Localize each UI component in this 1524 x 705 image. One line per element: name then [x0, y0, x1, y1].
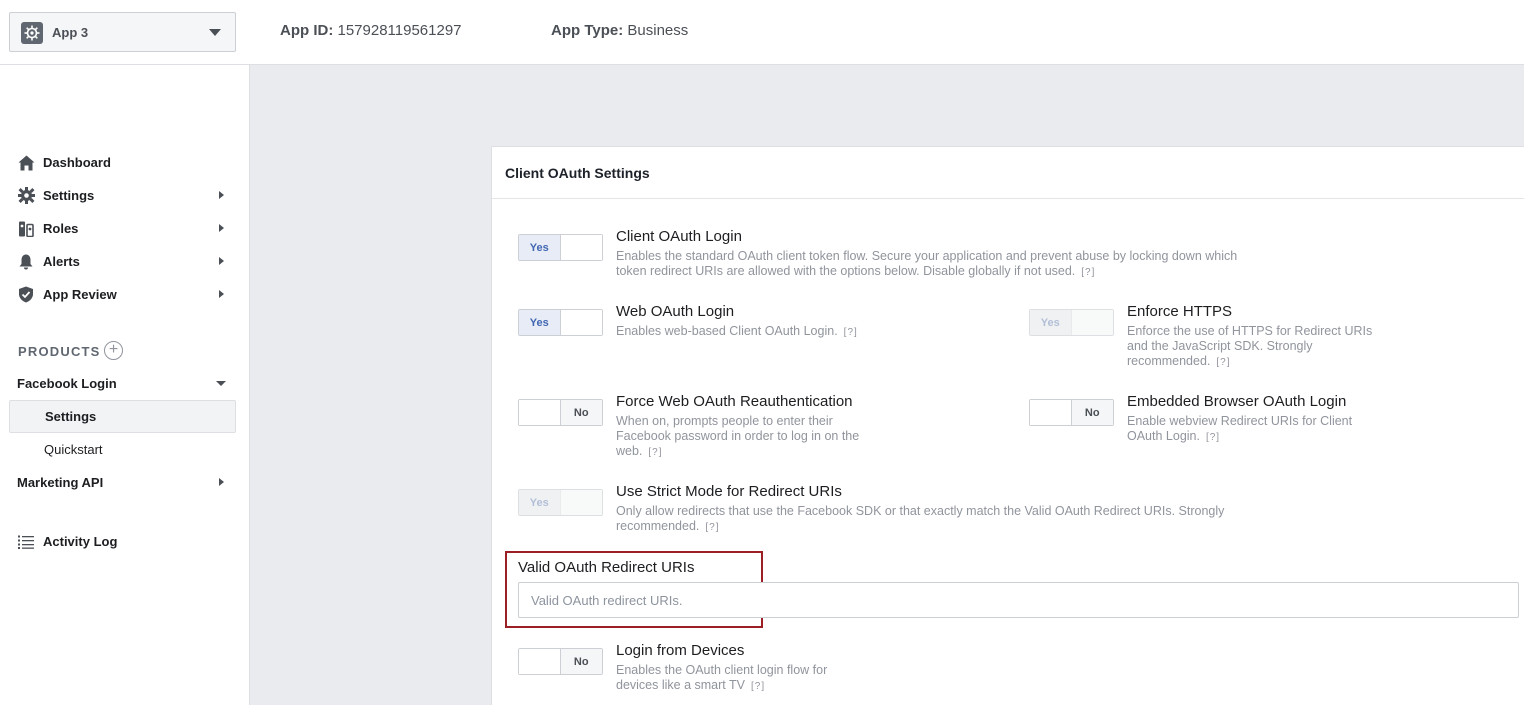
toggle-yes: Yes	[519, 310, 561, 335]
help-link[interactable]: [?]	[1216, 357, 1230, 368]
caret-down-icon	[209, 29, 221, 36]
products-heading: PRODUCTS	[18, 344, 101, 359]
toggle-empty	[1030, 400, 1072, 425]
sidebar-item-dashboard[interactable]: Dashboard	[9, 147, 236, 178]
toggle-yes: Yes	[519, 490, 561, 515]
panel-title: Client OAuth Settings	[492, 147, 1524, 199]
sidebar-item-label: Roles	[43, 221, 79, 236]
chevron-right-icon	[219, 191, 224, 199]
chevron-right-icon	[219, 257, 224, 265]
home-icon	[17, 154, 35, 172]
toggle-no: No	[560, 400, 602, 425]
help-link[interactable]: [?]	[1081, 267, 1095, 278]
toggle-yes: Yes	[1030, 310, 1072, 335]
enforce-https-title: Enforce HTTPS	[1127, 303, 1233, 320]
strict-mode-toggle[interactable]: Yes	[518, 489, 603, 516]
app-selector-dropdown[interactable]: App 3	[9, 12, 236, 52]
sidebar-item-settings[interactable]: Settings	[9, 180, 236, 211]
chevron-right-icon	[219, 290, 224, 298]
client-oauth-login-title: Client OAuth Login	[616, 228, 742, 245]
sidebar-item-roles[interactable]: Roles	[9, 213, 236, 244]
redirect-uris-input[interactable]	[518, 582, 1519, 618]
help-link[interactable]: [?]	[751, 681, 765, 692]
setting-desc-text: Enables web-based Client OAuth Login.	[616, 324, 838, 338]
login-devices-desc: Enables the OAuth client login flow for …	[616, 663, 856, 694]
bell-icon	[17, 253, 35, 271]
embedded-browser-toggle[interactable]: No	[1029, 399, 1114, 426]
login-devices-toggle[interactable]: No	[518, 648, 603, 675]
strict-mode-title: Use Strict Mode for Redirect URIs	[616, 483, 842, 500]
chevron-right-icon	[219, 478, 224, 486]
toggle-no: No	[1071, 400, 1113, 425]
sidebar: Dashboard Settings Roles Alerts App Revi…	[0, 65, 250, 705]
app-type-value: Business	[627, 22, 689, 39]
sidebar-item-facebook-login[interactable]: Facebook Login	[9, 368, 236, 399]
setting-desc-text: Enables the OAuth client login flow for …	[616, 663, 828, 692]
toggle-empty	[519, 649, 561, 674]
help-link[interactable]: [?]	[844, 327, 858, 338]
app-id-value: 157928119561297	[337, 22, 462, 39]
web-oauth-login-desc: Enables web-based Client OAuth Login. [?]	[616, 324, 916, 340]
strict-mode-desc: Only allow redirects that use the Facebo…	[616, 504, 1261, 535]
sidebar-item-label: Dashboard	[43, 155, 111, 170]
toggle-empty	[560, 235, 602, 260]
app-type-label: App Type:	[551, 22, 624, 39]
chevron-down-icon	[216, 381, 226, 386]
sidebar-item-label: App Review	[43, 287, 117, 302]
embedded-browser-desc: Enable webview Redirect URIs for Client …	[1127, 414, 1372, 445]
toggle-no: No	[560, 649, 602, 674]
redirect-uris-label: Valid OAuth Redirect URIs	[518, 559, 695, 576]
client-oauth-login-toggle[interactable]: Yes	[518, 234, 603, 261]
toggle-empty	[560, 310, 602, 335]
sidebar-item-label: Marketing API	[17, 475, 104, 490]
gear-icon	[17, 187, 35, 205]
enforce-https-desc: Enforce the use of HTTPS for Redirect UR…	[1127, 324, 1392, 370]
sidebar-item-app-review[interactable]: App Review	[9, 279, 236, 310]
web-oauth-login-title: Web OAuth Login	[616, 303, 735, 320]
roles-icon	[17, 220, 35, 238]
toggle-empty	[560, 490, 602, 515]
help-link[interactable]: [?]	[1206, 432, 1220, 443]
login-devices-title: Login from Devices	[616, 642, 745, 659]
app-name: App 3	[52, 25, 89, 40]
client-oauth-login-desc: Enables the standard OAuth client token …	[616, 249, 1241, 280]
embedded-browser-title: Embedded Browser OAuth Login	[1127, 393, 1347, 410]
sidebar-item-label: Settings	[43, 188, 95, 203]
app-gear-icon	[21, 22, 43, 44]
sidebar-item-alerts[interactable]: Alerts	[9, 246, 236, 277]
force-reauth-toggle[interactable]: No	[518, 399, 603, 426]
force-reauth-title: Force Web OAuth Reauthentication	[616, 393, 853, 410]
sidebar-item-activity-log[interactable]: Activity Log	[9, 526, 236, 557]
main-content: Client OAuth Settings Yes Client OAuth L…	[250, 65, 1524, 705]
top-bar: App 3 App ID: 157928119561297 App Type: …	[0, 0, 1524, 65]
setting-desc-text: Enables the standard OAuth client token …	[616, 249, 1238, 278]
list-icon	[17, 533, 35, 551]
sidebar-item-fb-settings[interactable]: Settings	[9, 400, 236, 433]
setting-desc-text: Enable webview Redirect URIs for Client …	[1127, 414, 1353, 443]
help-link[interactable]: [?]	[648, 447, 662, 458]
shield-check-icon	[17, 286, 35, 304]
sidebar-item-label: Activity Log	[43, 534, 118, 549]
toggle-yes: Yes	[519, 235, 561, 260]
force-reauth-desc: When on, prompts people to enter their F…	[616, 414, 886, 460]
chevron-right-icon	[219, 224, 224, 232]
app-type: App Type: Business	[551, 22, 688, 39]
toggle-empty	[519, 400, 561, 425]
app-id-label: App ID:	[280, 22, 334, 39]
sidebar-item-fb-quickstart[interactable]: Quickstart	[9, 433, 236, 466]
add-product-icon[interactable]: +	[104, 341, 123, 360]
sidebar-item-marketing-api[interactable]: Marketing API	[9, 467, 236, 498]
setting-desc-text: Enforce the use of HTTPS for Redirect UR…	[1127, 324, 1373, 368]
help-link[interactable]: [?]	[705, 522, 719, 533]
web-oauth-login-toggle[interactable]: Yes	[518, 309, 603, 336]
toggle-empty	[1071, 310, 1113, 335]
sidebar-item-label: Facebook Login	[17, 376, 117, 391]
sidebar-item-label: Alerts	[43, 254, 80, 269]
enforce-https-toggle[interactable]: Yes	[1029, 309, 1114, 336]
app-id: App ID: 157928119561297	[280, 22, 462, 39]
